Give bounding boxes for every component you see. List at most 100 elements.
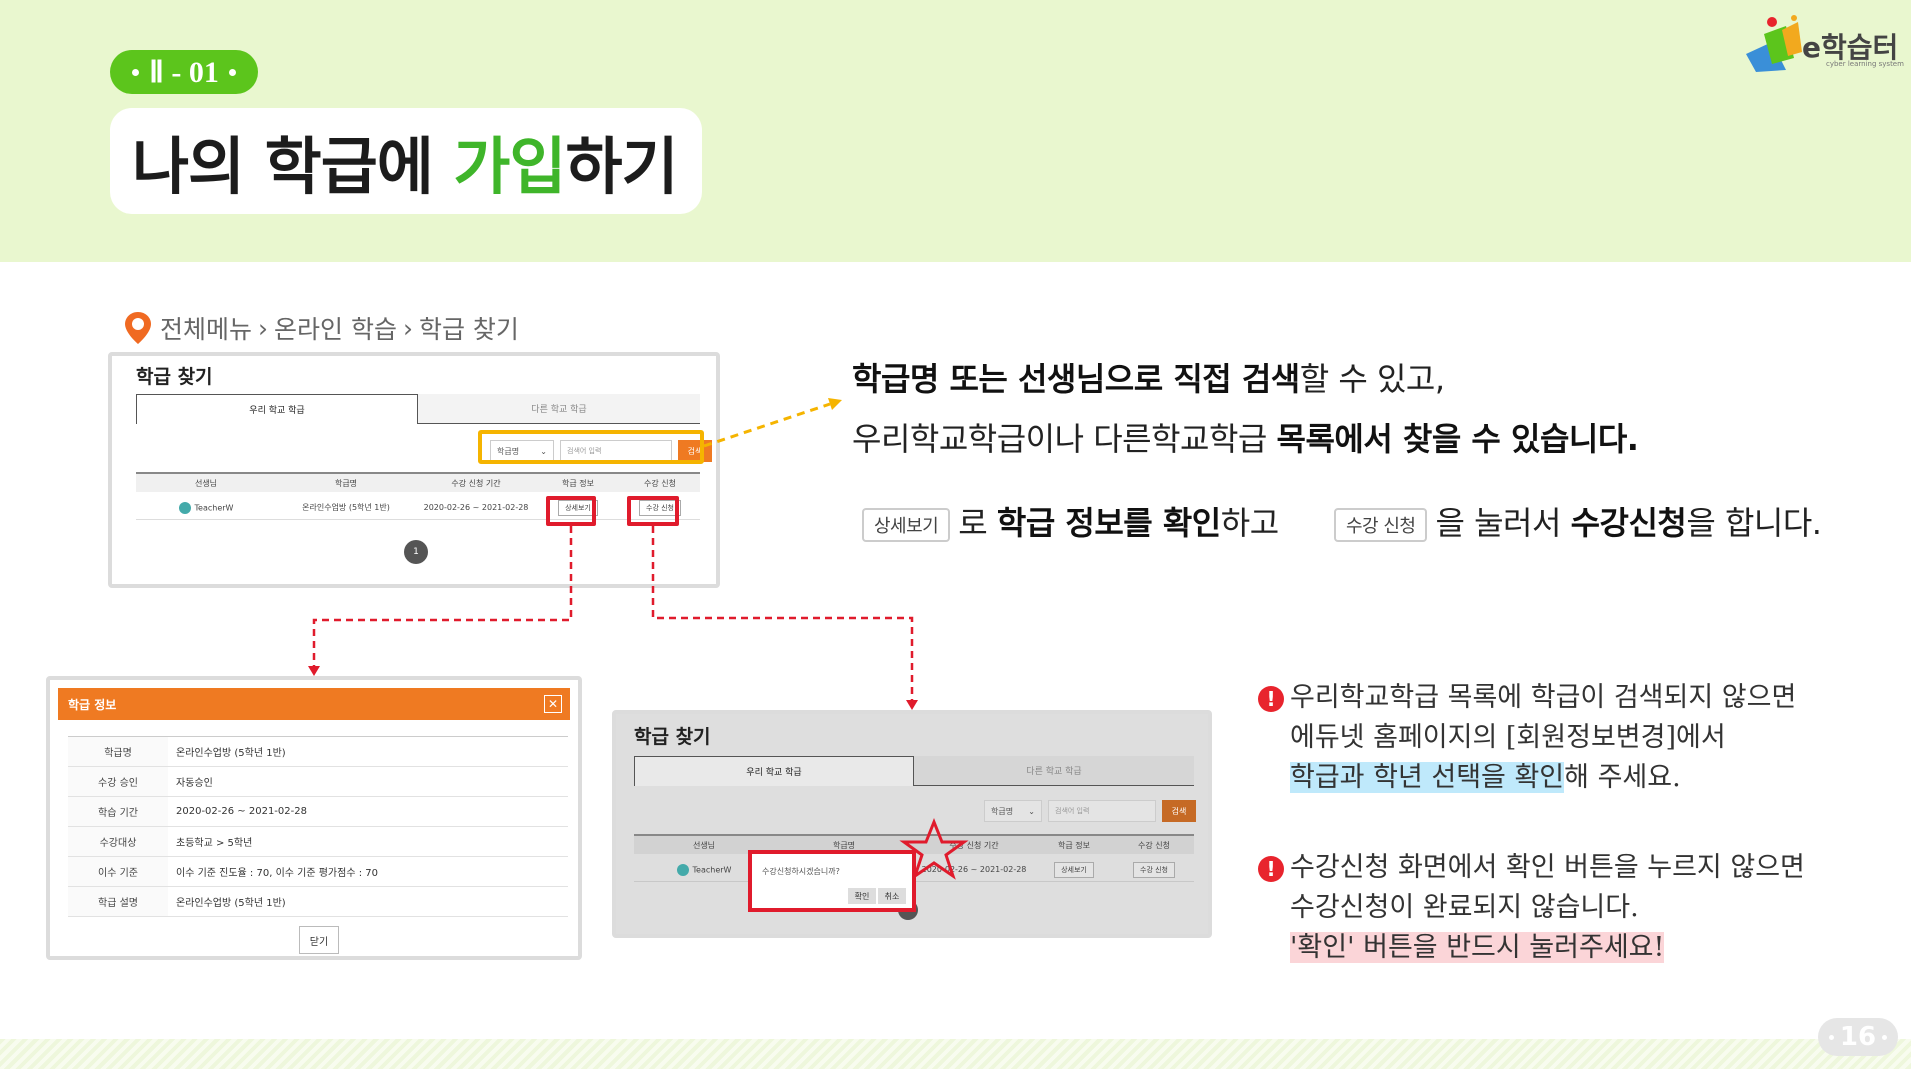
col-class-info: 학급 정보 <box>1058 840 1090 850</box>
page-number-text: 16 <box>1839 1022 1877 1052</box>
apply-button[interactable]: 수강 신청 <box>1133 861 1175 878</box>
note-line: 수강신청 화면에서 확인 버튼을 누르지 않으면 <box>1290 852 1805 883</box>
desc-text: 할 수 있고, <box>1299 360 1445 398</box>
note-line: '확인' 버튼을 반드시 눌러주세요! <box>1290 928 1805 968</box>
panel-title: 학급 찾기 <box>634 726 711 748</box>
note-line: 우리학교학급 목록에 학급이 검색되지 않으면 <box>1290 682 1797 713</box>
col-teacher: 선생님 <box>194 478 218 488</box>
info-key: 학습 기간 <box>68 797 168 826</box>
search-input[interactable]: 검색어 입력 <box>1048 800 1156 822</box>
info-value: 2020-02-26 ~ 2021-02-28 <box>176 806 307 817</box>
tab-other-school[interactable]: 다른 학교 학급 <box>914 756 1194 786</box>
col-apply: 수강 신청 <box>644 478 676 488</box>
desc-text: 로 <box>958 504 997 542</box>
info-value: 온라인수업방 (5학년 1반) <box>176 748 286 759</box>
info-row: 수강 승인 자동승인 <box>68 767 568 797</box>
confirm-dialog: 수강신청하시겠습니까? 확인 취소 <box>748 850 916 912</box>
col-teacher: 선생님 <box>692 840 716 850</box>
cell-teacher: TeacherW <box>136 501 276 514</box>
cell-detail: 상세보기 <box>1034 861 1114 878</box>
description-line-2: 우리학교학급이나 다른학교학급 목록에서 찾을 수 있습니다. <box>852 414 1639 460</box>
tab-bar: 우리 학교 학급 다른 학교 학급 <box>136 394 700 424</box>
info-value: 초등학교 > 5학년 <box>176 838 253 849</box>
confirm-ok-button[interactable]: 확인 <box>848 888 876 904</box>
info-value: 이수 기준 진도율 : 70, 이수 기준 평가점수 : 70 <box>176 868 378 879</box>
info-key: 수강대상 <box>68 827 168 856</box>
cell-class-name: 온라인수업방 (5학년 1반) <box>302 503 390 512</box>
detail-chip: 상세보기 <box>862 508 951 542</box>
section-number: Ⅱ - 01 <box>149 55 219 89</box>
title-box: 나의 학급에 가입하기 <box>110 108 702 214</box>
desc-text: 하고 <box>1220 504 1279 542</box>
page-title: 나의 학급에 가입하기 <box>132 116 679 206</box>
arrowhead-apply <box>906 700 918 710</box>
alert-icon: ! <box>1258 856 1284 882</box>
cell-period: 2020-02-26 ~ 2021-02-28 <box>921 865 1027 874</box>
class-search-panel: 학급 찾기 우리 학교 학급 다른 학교 학급 학급명 ⌄ 검색어 입력 검색 선… <box>108 352 720 588</box>
dialog-question: 수강신청하시겠습니까? <box>762 867 840 876</box>
desc-bold: 수강신청 <box>1570 504 1687 542</box>
breadcrumb-item-find-class[interactable]: 학급 찾기 <box>419 310 519 346</box>
tab-bar: 우리 학교 학급 다른 학교 학급 <box>634 756 1194 786</box>
desc-text: 을 합니다. <box>1686 504 1822 542</box>
search-button[interactable]: 검색 <box>1162 800 1196 822</box>
close-button[interactable]: 닫기 <box>299 926 339 954</box>
class-info-panel: 학급 정보 ✕ 학급명 온라인수업방 (5학년 1반) 수강 승인 자동승인 학습 … <box>46 676 582 960</box>
info-panel-title: 학급 정보 <box>68 697 117 712</box>
note-1: 우리학교학급 목록에 학급이 검색되지 않으면 에듀넷 홈페이지의 [회원정보변… <box>1290 678 1796 798</box>
badge-dot-left <box>132 68 140 76</box>
info-row: 이수 기준 이수 기준 진도율 : 70, 이수 기준 평가점수 : 70 <box>68 857 568 887</box>
chevron-down-icon: ⌄ <box>1028 806 1035 816</box>
teacher-name: TeacherW <box>194 503 234 512</box>
select-value: 학급명 <box>991 806 1014 816</box>
tab-our-school[interactable]: 우리 학교 학급 <box>634 756 914 786</box>
info-panel-header: 학급 정보 ✕ <box>58 688 570 720</box>
avatar <box>676 863 689 876</box>
detail-button[interactable]: 상세보기 <box>1054 861 1094 878</box>
confirm-cancel-button[interactable]: 취소 <box>878 888 906 904</box>
tab-other-school[interactable]: 다른 학교 학급 <box>418 394 700 424</box>
apply-highlight-box <box>627 496 679 526</box>
title-accent: 가입 <box>453 130 566 203</box>
desc-text: 우리학교학급이나 다른학교학급 <box>852 420 1277 458</box>
info-row: 학급명 온라인수업방 (5학년 1반) <box>68 737 568 767</box>
section-badge: Ⅱ - 01 <box>110 50 258 94</box>
info-value: 온라인수업방 (5학년 1반) <box>176 898 286 909</box>
note-highlight: '확인' 버튼을 반드시 눌러주세요! <box>1290 932 1665 963</box>
title-part2: 하기 <box>565 130 678 203</box>
breadcrumb-separator: › <box>402 313 413 343</box>
note-2: 수강신청 화면에서 확인 버튼을 누르지 않으면 수강신청이 완료되지 않습니다… <box>1290 848 1805 968</box>
detail-highlight-box <box>546 496 596 526</box>
search-row: 학급명 ⌄ 검색어 입력 검색 <box>984 800 1196 822</box>
col-class-info: 학급 정보 <box>562 478 594 488</box>
col-apply: 수강 신청 <box>1138 840 1170 850</box>
info-table: 학급명 온라인수업방 (5학년 1반) 수강 승인 자동승인 학습 기간 2020-0… <box>68 736 568 917</box>
col-period: 수강 신청 기간 <box>949 840 999 850</box>
alert-icon: ! <box>1258 686 1284 712</box>
cell-period: 2020-02-26 ~ 2021-02-28 <box>423 503 529 512</box>
description-line-3: 상세보기 로 학급 정보를 확인하고 수강 신청 을 눌러서 수강신청을 합니다. <box>862 498 1822 544</box>
cell-apply: 수강 신청 <box>1114 861 1194 878</box>
note-highlight: 학급과 학년 선택을 확인 <box>1290 762 1565 793</box>
desc-bold: 학급명 또는 선생님으로 직접 검색 <box>852 360 1300 398</box>
info-key: 학급명 <box>68 737 168 766</box>
yellow-arrow <box>703 398 842 448</box>
breadcrumb-item-online[interactable]: 온라인 학습 <box>274 310 397 346</box>
location-pin-icon <box>125 312 151 344</box>
avatar <box>178 501 191 514</box>
search-highlight-box <box>478 430 704 464</box>
col-class-name: 학급명 <box>832 840 856 850</box>
search-type-select[interactable]: 학급명 ⌄ <box>984 800 1042 822</box>
teacher-name: TeacherW <box>692 865 732 874</box>
title-part1: 나의 학급에 <box>132 130 454 203</box>
info-key: 이수 기준 <box>68 857 168 886</box>
desc-bold: 목록에서 찾을 수 있습니다. <box>1276 420 1639 458</box>
info-key: 수강 승인 <box>68 767 168 796</box>
tab-our-school[interactable]: 우리 학교 학급 <box>136 394 418 424</box>
description-line-1: 학급명 또는 선생님으로 직접 검색할 수 있고, <box>852 354 1445 400</box>
info-key: 학급 설명 <box>68 887 168 916</box>
col-period: 수강 신청 기간 <box>451 478 501 488</box>
page-button[interactable]: 1 <box>404 540 428 564</box>
breadcrumb-item-menu[interactable]: 전체메뉴 <box>160 310 252 346</box>
close-icon[interactable]: ✕ <box>544 695 562 713</box>
